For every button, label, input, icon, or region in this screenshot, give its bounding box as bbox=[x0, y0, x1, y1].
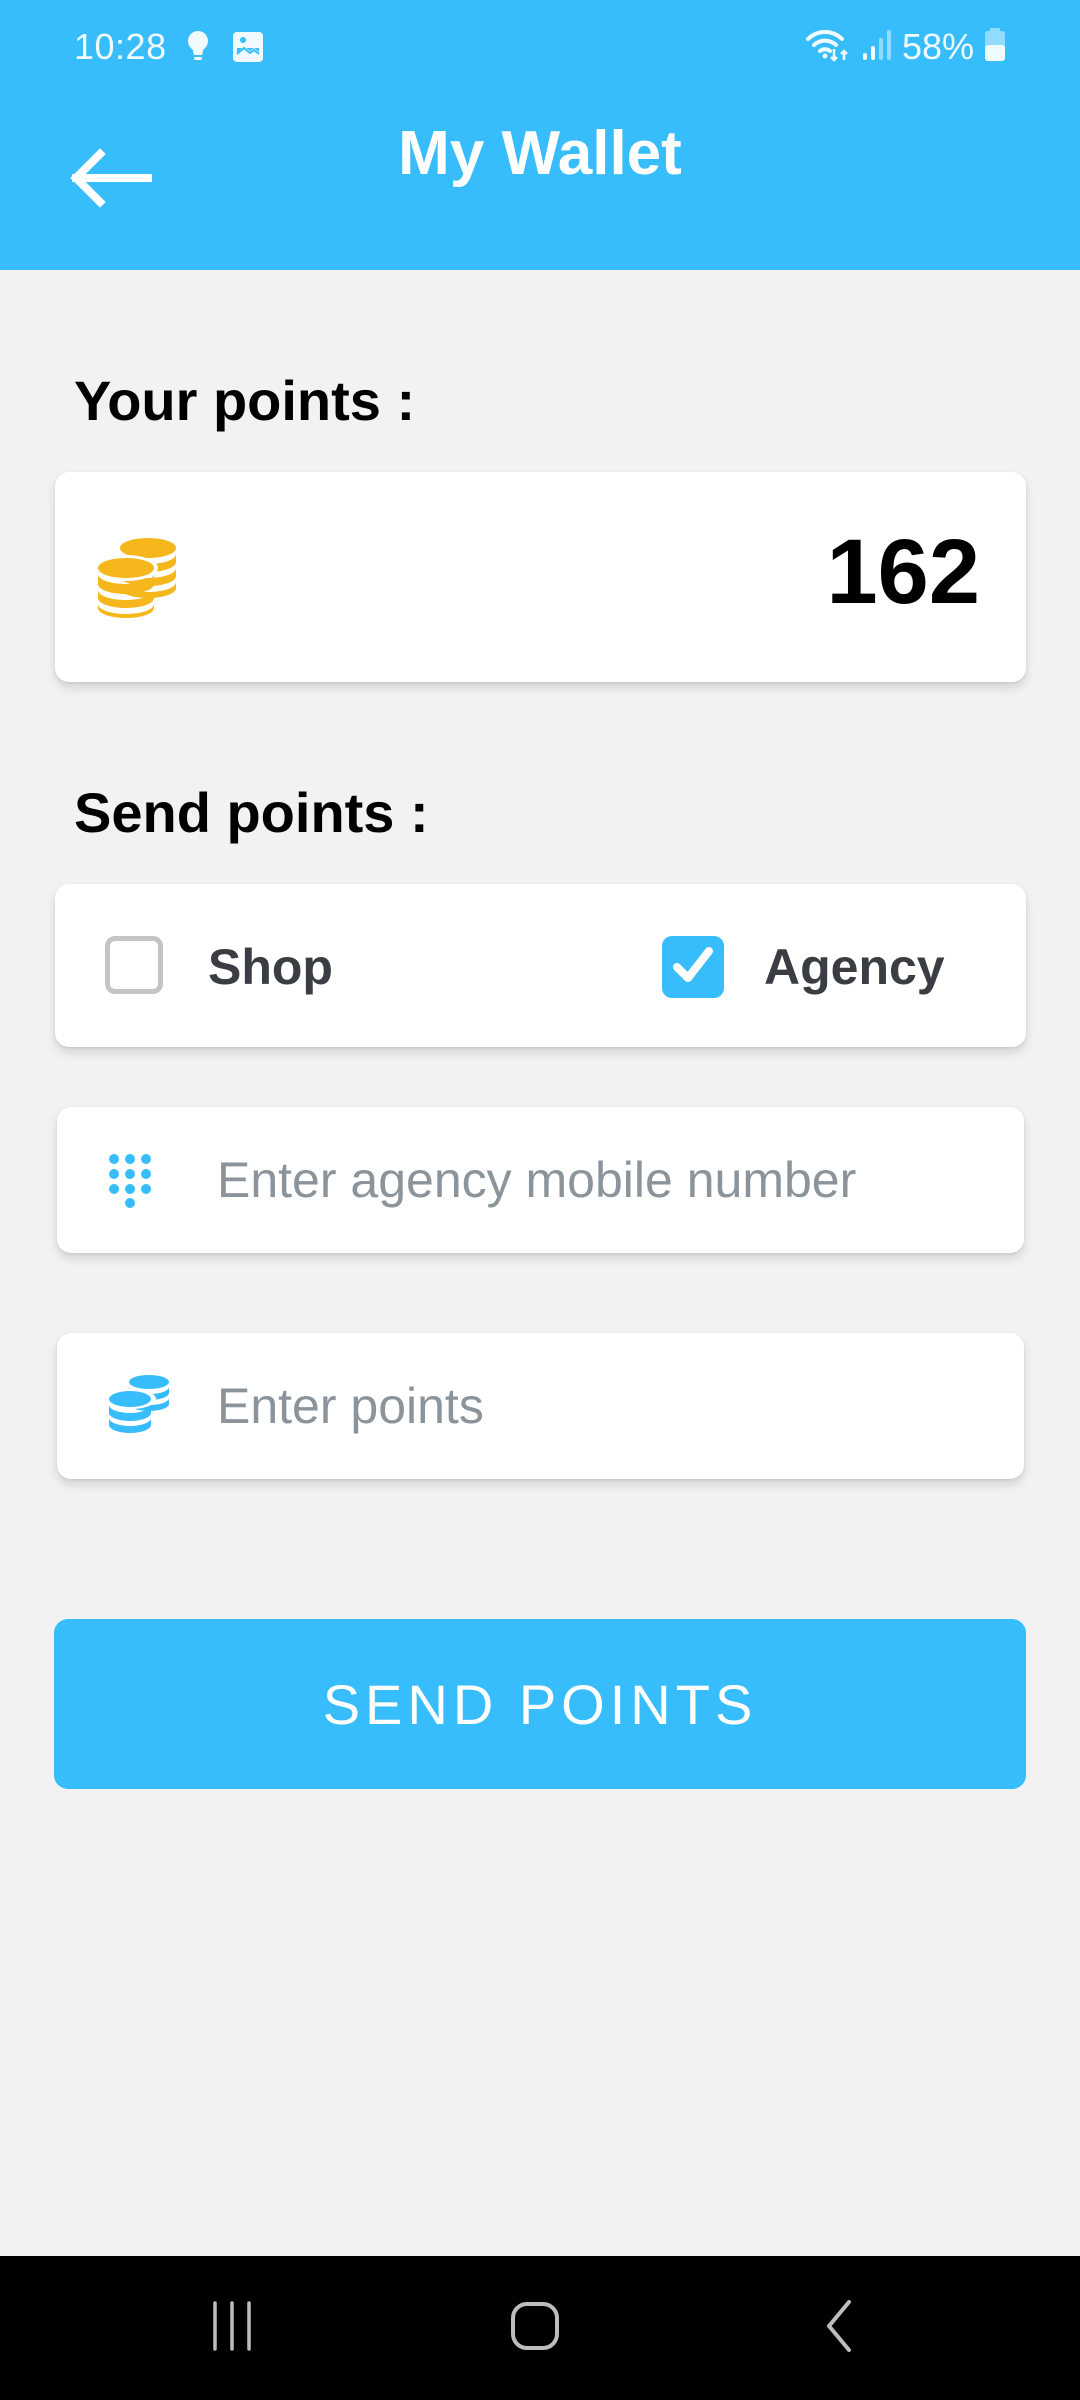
page-title: My Wallet bbox=[398, 119, 682, 188]
shop-checkbox[interactable] bbox=[105, 936, 163, 994]
agency-mobile-field bbox=[57, 1107, 1024, 1253]
points-balance-card: 162 bbox=[55, 472, 1026, 682]
points-amount-input[interactable] bbox=[217, 1333, 997, 1479]
system-nav-bar bbox=[0, 2256, 1080, 2400]
recent-apps-icon bbox=[207, 2300, 257, 2356]
your-points-label: Your points : bbox=[74, 369, 416, 432]
agency-checkbox[interactable] bbox=[662, 936, 724, 998]
send-points-label: Send points : bbox=[74, 781, 429, 844]
home-button[interactable] bbox=[455, 2256, 615, 2400]
battery-icon bbox=[984, 27, 1006, 67]
battery-percent: 58% bbox=[901, 26, 974, 67]
image-icon bbox=[232, 31, 264, 68]
points-amount-field bbox=[57, 1333, 1024, 1479]
agency-label[interactable]: Agency bbox=[764, 938, 945, 996]
checkmark-icon bbox=[671, 945, 715, 990]
send-points-button[interactable]: SEND POINTS bbox=[54, 1619, 1026, 1789]
system-back-button[interactable] bbox=[760, 2256, 920, 2400]
recent-apps-button[interactable] bbox=[152, 2256, 312, 2400]
app-bar: 10:28 58% My Wallet bbox=[0, 0, 1080, 270]
back-icon bbox=[823, 2299, 857, 2357]
recipient-type-card: Shop Agency bbox=[55, 884, 1026, 1047]
home-icon bbox=[509, 2300, 561, 2357]
coins-icon bbox=[107, 1333, 171, 1479]
signal-icon bbox=[862, 29, 892, 66]
status-time: 10:28 bbox=[74, 26, 167, 67]
agency-mobile-input[interactable] bbox=[217, 1107, 997, 1253]
status-bar: 10:28 58% bbox=[0, 0, 1080, 96]
lightbulb-icon bbox=[186, 30, 210, 69]
wifi-icon bbox=[805, 27, 852, 68]
points-balance-value: 162 bbox=[826, 521, 981, 623]
coins-icon bbox=[94, 538, 176, 623]
dialpad-icon bbox=[107, 1107, 153, 1253]
shop-label[interactable]: Shop bbox=[208, 938, 333, 996]
